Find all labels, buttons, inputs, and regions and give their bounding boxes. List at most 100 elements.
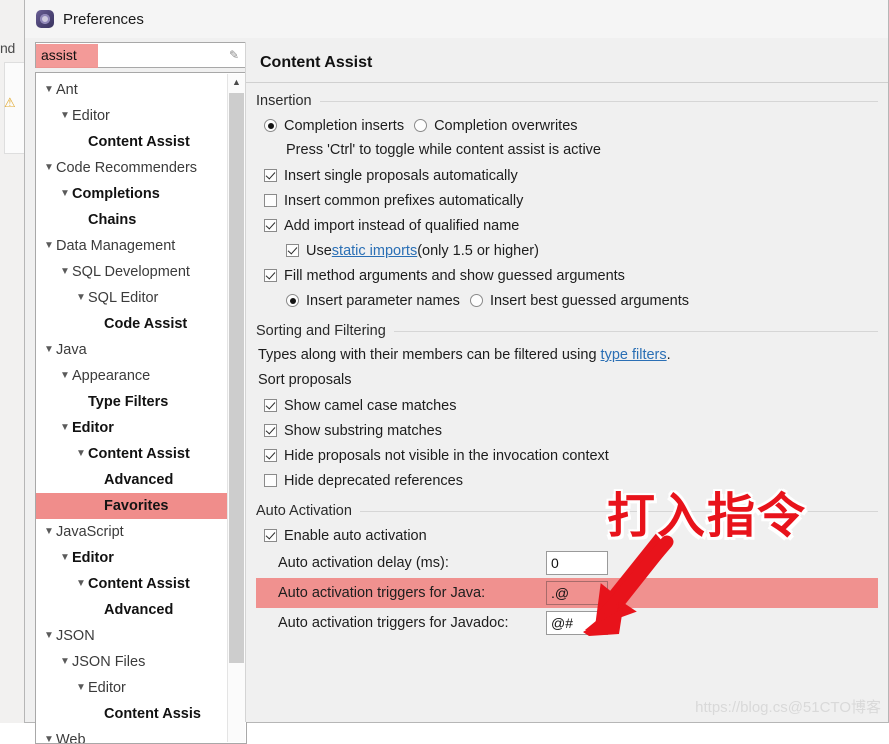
- java-triggers-input[interactable]: [546, 581, 608, 605]
- tree-item-type-filters[interactable]: ▼Type Filters: [36, 389, 228, 415]
- chevron-down-icon[interactable]: ▼: [58, 181, 72, 207]
- insertion-group-header: Insertion: [256, 89, 878, 113]
- tree-item-web[interactable]: ▼ Web: [36, 727, 228, 743]
- radio-insert-best-guessed-arguments[interactable]: [469, 294, 483, 307]
- checkbox-fill-method-arguments[interactable]: [264, 269, 277, 282]
- chevron-down-icon[interactable]: ▼: [58, 259, 72, 285]
- tree-item-content-assist[interactable]: ▼Content Assist: [36, 571, 228, 597]
- tree-scrollbar-thumb[interactable]: [229, 93, 244, 663]
- clear-icon[interactable]: ✎: [227, 48, 241, 62]
- tree-item-json-files[interactable]: ▼ JSON Files: [36, 649, 228, 675]
- tree-item-data-management[interactable]: ▼ Data Management: [36, 233, 228, 259]
- chevron-down-icon[interactable]: ▼: [42, 727, 56, 743]
- checkbox-row-enable-auto-activation[interactable]: Enable auto activation: [256, 523, 878, 548]
- chevron-down-icon[interactable]: ▼: [42, 155, 56, 181]
- chevron-down-icon[interactable]: ▼: [74, 285, 88, 311]
- javadoc-triggers-input[interactable]: [546, 611, 608, 635]
- tree-item-javascript[interactable]: ▼ JavaScript: [36, 519, 228, 545]
- checkbox-insert-common-prefixes[interactable]: [264, 194, 277, 207]
- chevron-down-icon[interactable]: ▼: [58, 415, 72, 441]
- insertion-group: Insertion Completion inserts Completion …: [256, 89, 878, 313]
- static-imports-link[interactable]: static imports: [332, 243, 417, 259]
- label-javadoc-triggers: Auto activation triggers for Javadoc:: [278, 615, 509, 631]
- group-rule: [359, 510, 878, 512]
- tree-item-chains[interactable]: ▼Chains: [36, 207, 228, 233]
- field-row-javadoc-triggers: Auto activation triggers for Javadoc:: [256, 608, 878, 638]
- auto-activation-delay-input[interactable]: [546, 551, 608, 575]
- tree-item-code-recommenders[interactable]: ▼ Code Recommenders: [36, 155, 228, 181]
- label-use-prefix: Use: [306, 242, 332, 259]
- sorting-group-label: Sorting and Filtering: [256, 323, 386, 339]
- chevron-down-icon[interactable]: ▼: [74, 675, 88, 701]
- tree-item-label: Content Assist: [88, 446, 190, 462]
- tree-item-ant[interactable]: ▼ Ant: [36, 77, 228, 103]
- tree-item-label: SQL Editor: [88, 290, 159, 306]
- chevron-down-icon[interactable]: ▼: [42, 77, 56, 103]
- chevron-down-icon[interactable]: ▼: [58, 103, 72, 129]
- sorting-filtering-group: Sorting and Filtering Types along with t…: [256, 319, 878, 493]
- checkbox-hide-proposals-not-visible[interactable]: [264, 449, 277, 462]
- chevron-down-icon[interactable]: ▼: [74, 571, 88, 597]
- type-filters-link[interactable]: type filters: [601, 347, 667, 363]
- radio-completion-inserts[interactable]: [264, 119, 277, 132]
- checkbox-row-static-imports[interactable]: Use static imports (only 1.5 or higher): [256, 238, 878, 263]
- tree-item-advanced[interactable]: ▼Advanced: [36, 597, 228, 623]
- chevron-down-icon[interactable]: ▼: [74, 441, 88, 467]
- tree-scrollbar[interactable]: ▲: [227, 74, 245, 742]
- checkbox-row-insert-single[interactable]: Insert single proposals automatically: [256, 163, 878, 188]
- chevron-down-icon[interactable]: ▼: [42, 337, 56, 363]
- checkbox-insert-single-proposals[interactable]: [264, 169, 277, 182]
- tree-item-appearance[interactable]: ▼ Appearance: [36, 363, 228, 389]
- tree-item-editor[interactable]: ▼ Editor: [36, 545, 228, 571]
- chevron-down-icon[interactable]: ▼: [42, 233, 56, 259]
- checkbox-hide-deprecated-references[interactable]: [264, 474, 277, 487]
- filter-search-box[interactable]: ✎: [35, 42, 247, 68]
- chevron-down-icon[interactable]: ▼: [58, 649, 72, 675]
- chevron-down-icon[interactable]: ▼: [58, 545, 72, 571]
- checkbox-row-hide-not-visible[interactable]: Hide proposals not visible in the invoca…: [256, 443, 878, 468]
- tree-item-java[interactable]: ▼ Java: [36, 337, 228, 363]
- chevron-down-icon[interactable]: ▼: [42, 519, 56, 545]
- checkbox-row-add-import[interactable]: Add import instead of qualified name: [256, 213, 878, 238]
- search-input[interactable]: [41, 43, 221, 67]
- tree-item-content-assist[interactable]: ▼Content Assist: [36, 441, 228, 467]
- label-insert-best-guessed-arguments: Insert best guessed arguments: [489, 292, 690, 309]
- checkbox-row-hide-deprecated[interactable]: Hide deprecated references: [256, 468, 878, 493]
- checkbox-show-camel-case-matches[interactable]: [264, 399, 277, 412]
- tree-item-code-assist[interactable]: ▼Code Assist: [36, 311, 228, 337]
- checkbox-use-static-imports[interactable]: [286, 244, 299, 257]
- tree-item-content-assis[interactable]: ▼Content Assis: [36, 701, 228, 727]
- checkbox-add-import[interactable]: [264, 219, 277, 232]
- panel-body: Insertion Completion inserts Completion …: [246, 83, 888, 722]
- group-rule: [393, 330, 878, 332]
- label-static-imports-suffix: (only 1.5 or higher): [417, 242, 539, 259]
- tree-item-advanced[interactable]: ▼Advanced: [36, 467, 228, 493]
- tree-item-label: Code Recommenders: [56, 160, 198, 176]
- tree-item-label: Completions: [72, 186, 160, 202]
- radio-insert-parameter-names[interactable]: [286, 294, 299, 307]
- tree-item-sql-development[interactable]: ▼ SQL Development: [36, 259, 228, 285]
- chevron-up-icon[interactable]: ▲: [228, 74, 245, 91]
- tree-item-editor[interactable]: ▼ Editor: [36, 103, 228, 129]
- checkbox-enable-auto-activation[interactable]: [264, 529, 277, 542]
- label-hide-deprecated-references: Hide deprecated references: [284, 472, 463, 489]
- background-window: nd ⚠: [0, 0, 25, 723]
- chevron-down-icon[interactable]: ▼: [42, 623, 56, 649]
- chevron-down-icon[interactable]: ▼: [58, 363, 72, 389]
- radio-completion-overwrites[interactable]: [414, 119, 428, 132]
- checkbox-show-substring-matches[interactable]: [264, 424, 277, 437]
- tree-item-editor[interactable]: ▼ Editor: [36, 415, 228, 441]
- checkbox-row-camel-case[interactable]: Show camel case matches: [256, 393, 878, 418]
- tree-item-completions[interactable]: ▼ Completions: [36, 181, 228, 207]
- checkbox-row-insert-common-prefixes[interactable]: Insert common prefixes automatically: [256, 188, 878, 213]
- tree-item-editor[interactable]: ▼ Editor: [36, 675, 228, 701]
- tree-item-favorites[interactable]: ▼Favorites: [36, 493, 228, 519]
- tree-item-content-assist[interactable]: ▼Content Assist: [36, 129, 228, 155]
- checkbox-row-fill-method-arguments[interactable]: Fill method arguments and show guessed a…: [256, 263, 878, 288]
- label-insert-single-proposals: Insert single proposals automatically: [284, 167, 518, 184]
- tree-item-label: Appearance: [72, 368, 151, 384]
- tree-item-sql-editor[interactable]: ▼ SQL Editor: [36, 285, 228, 311]
- checkbox-row-substring[interactable]: Show substring matches: [256, 418, 878, 443]
- tree-item-json[interactable]: ▼ JSON: [36, 623, 228, 649]
- preferences-tree[interactable]: ▼Ant▼Editor▼Content Assist▼Code Recommen…: [35, 72, 247, 744]
